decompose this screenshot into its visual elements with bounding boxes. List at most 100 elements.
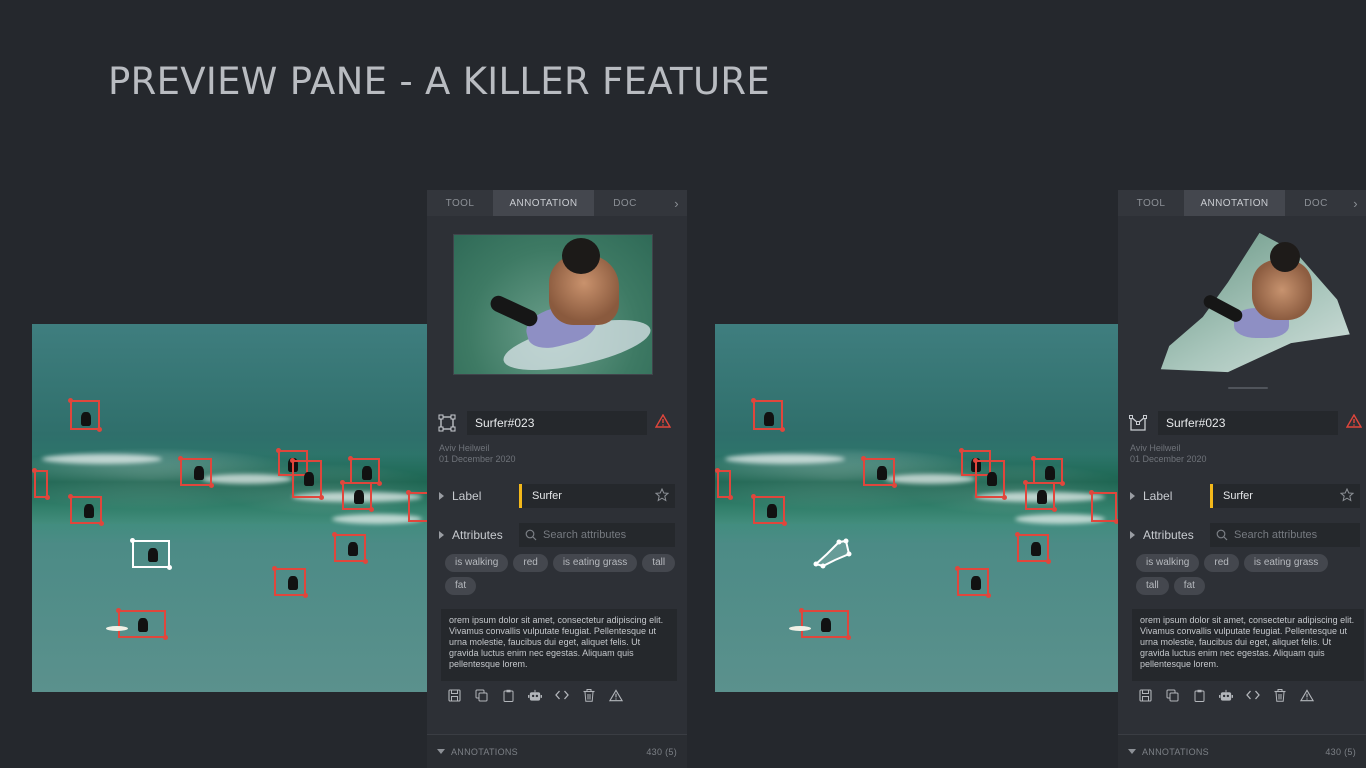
panel-tabs: TOOL ANNOTATION DOC ›	[427, 190, 687, 216]
search-icon	[525, 529, 537, 541]
preview-scrollbar[interactable]	[1228, 387, 1268, 389]
chip-fat[interactable]: fat	[445, 577, 477, 595]
attributes-search-input[interactable]: Search attributes	[519, 523, 675, 547]
chip-is-walking[interactable]: is walking	[445, 554, 509, 572]
caret-right-icon[interactable]	[1130, 492, 1135, 500]
copy-icon[interactable]	[1165, 688, 1179, 702]
tab-tool[interactable]: TOOL	[1118, 190, 1184, 216]
tab-annotation[interactable]: ANNOTATION	[493, 190, 594, 216]
label-value-text: Surfer	[1223, 490, 1253, 502]
annotation-box[interactable]	[406, 490, 428, 524]
preview-pane-polygon	[1144, 230, 1354, 375]
star-icon[interactable]	[654, 487, 670, 505]
chip-red[interactable]: red	[513, 554, 548, 572]
attributes-title: Attributes	[452, 528, 503, 542]
tab-tool[interactable]: TOOL	[427, 190, 493, 216]
chip-is-walking[interactable]: is walking	[1136, 554, 1200, 572]
foam	[42, 454, 162, 464]
tab-doc[interactable]: DOC	[594, 190, 656, 216]
caret-right-icon[interactable]	[1130, 531, 1135, 539]
chip-red[interactable]: red	[1204, 554, 1239, 572]
selected-annotation-box[interactable]	[130, 538, 172, 570]
annotations-footer[interactable]: ANNOTATIONS 430 (5)	[427, 734, 687, 768]
annotation-meta: Aviv Heilweil 01 December 2020	[439, 443, 516, 465]
annotation-box[interactable]	[955, 566, 991, 598]
caret-down-icon[interactable]	[437, 749, 445, 754]
object-name-input[interactable]: Surfer#023	[1158, 411, 1338, 435]
annotation-box[interactable]	[751, 398, 785, 432]
annotations-count: 430 (5)	[1325, 746, 1356, 757]
polygon-icon[interactable]	[1128, 413, 1148, 433]
trash-icon[interactable]	[1273, 688, 1287, 702]
image-canvas-left[interactable]	[32, 324, 428, 692]
annotation-box[interactable]	[751, 494, 787, 526]
side-panel-right: TOOL ANNOTATION DOC › Surfer#023 Aviv He…	[1118, 190, 1366, 768]
robot-icon[interactable]	[528, 688, 542, 702]
clipboard-icon[interactable]	[501, 688, 515, 702]
tabs-more-chevron-icon[interactable]: ›	[656, 190, 687, 216]
attributes-row[interactable]: Attributes Search attributes	[1130, 523, 1366, 547]
warning-triangle-icon[interactable]	[654, 413, 672, 433]
chip-tall[interactable]: tall	[642, 554, 676, 572]
annotation-box[interactable]	[348, 456, 382, 486]
object-name-input[interactable]: Surfer#023	[467, 411, 647, 435]
caret-right-icon[interactable]	[439, 531, 444, 539]
chip-tall[interactable]: tall	[1136, 577, 1169, 595]
attributes-search-input[interactable]: Search attributes	[1210, 523, 1360, 547]
annotation-box[interactable]	[178, 456, 214, 488]
caret-down-icon[interactable]	[1128, 749, 1136, 754]
annotations-count: 430 (5)	[646, 746, 677, 757]
label-value[interactable]: Surfer	[1210, 484, 1360, 508]
annotation-box[interactable]	[1023, 480, 1057, 512]
code-icon[interactable]	[555, 688, 569, 702]
attributes-row[interactable]: Attributes Search attributes	[439, 523, 677, 547]
tabs-more-chevron-icon[interactable]: ›	[1347, 190, 1366, 216]
warning-icon[interactable]	[1300, 688, 1314, 702]
image-canvas-right[interactable]	[715, 324, 1119, 692]
annotation-box[interactable]	[861, 456, 897, 488]
selected-polygon-annotation[interactable]	[813, 536, 853, 570]
search-icon	[1216, 529, 1228, 541]
tab-annotation[interactable]: ANNOTATION	[1184, 190, 1285, 216]
clipboard-icon[interactable]	[1192, 688, 1206, 702]
caret-right-icon[interactable]	[439, 492, 444, 500]
code-icon[interactable]	[1246, 688, 1260, 702]
chip-fat[interactable]: fat	[1173, 577, 1205, 595]
trash-icon[interactable]	[582, 688, 596, 702]
annotation-box[interactable]	[106, 608, 168, 640]
chip-is-eating-grass[interactable]: is eating grass	[552, 554, 638, 572]
robot-icon[interactable]	[1219, 688, 1233, 702]
notes-textarea[interactable]: orem ipsum dolor sit amet, consectetur a…	[441, 609, 677, 681]
annotation-box[interactable]	[32, 468, 50, 500]
save-icon[interactable]	[1138, 688, 1152, 702]
annotation-box[interactable]	[340, 480, 374, 512]
label-row[interactable]: Label Surfer	[439, 484, 677, 508]
save-icon[interactable]	[447, 688, 461, 702]
attributes-title: Attributes	[1143, 528, 1194, 542]
annotation-box[interactable]	[1089, 490, 1119, 524]
author: Aviv Heilweil	[439, 443, 490, 453]
annotation-box[interactable]	[715, 468, 733, 500]
label-value[interactable]: Surfer	[519, 484, 675, 508]
annotation-box[interactable]	[789, 608, 851, 640]
notes-textarea[interactable]: orem ipsum dolor sit amet, consectetur a…	[1132, 609, 1364, 681]
annotation-box[interactable]	[1031, 456, 1065, 486]
warning-icon[interactable]	[609, 688, 623, 702]
star-icon[interactable]	[1339, 487, 1355, 505]
bounding-box-icon[interactable]	[437, 413, 457, 433]
annotation-box[interactable]	[290, 458, 324, 500]
annotation-box[interactable]	[68, 398, 102, 432]
annotation-box[interactable]	[272, 566, 308, 598]
annotations-footer[interactable]: ANNOTATIONS 430 (5)	[1118, 734, 1366, 768]
side-panel-left: TOOL ANNOTATION DOC › Surfer#023 Aviv He…	[427, 190, 687, 768]
warning-triangle-icon[interactable]	[1345, 413, 1363, 433]
tab-doc[interactable]: DOC	[1285, 190, 1347, 216]
annotation-box[interactable]	[68, 494, 104, 526]
annotations-title: ANNOTATIONS	[451, 746, 518, 757]
chip-is-eating-grass[interactable]: is eating grass	[1243, 554, 1329, 572]
annotation-box[interactable]	[1015, 532, 1051, 564]
label-row[interactable]: Label Surfer	[1130, 484, 1366, 508]
annotation-box[interactable]	[332, 532, 368, 564]
copy-icon[interactable]	[474, 688, 488, 702]
annotation-box[interactable]	[973, 458, 1007, 500]
